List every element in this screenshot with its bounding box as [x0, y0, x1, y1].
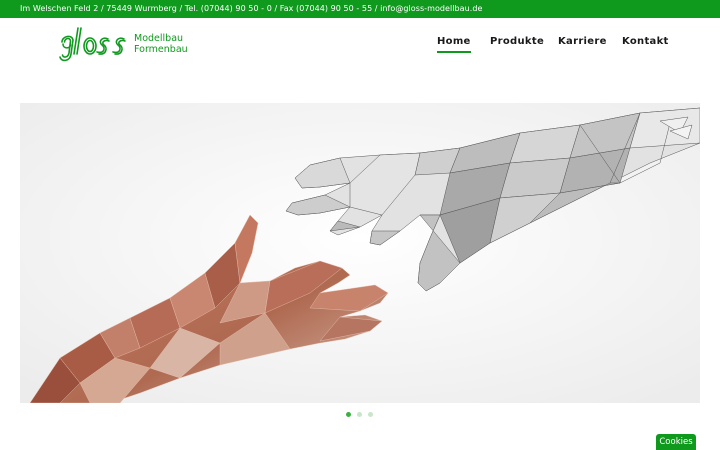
- main-navigation: Home Produkte Karriere Kontakt: [0, 36, 720, 56]
- slide-dot-3[interactable]: [368, 412, 373, 417]
- hero-image-hands: [20, 103, 700, 403]
- nav-kontakt[interactable]: Kontakt: [622, 36, 669, 47]
- hero-slider[interactable]: [20, 103, 700, 403]
- nav-home[interactable]: Home: [437, 36, 471, 53]
- slide-dot-1[interactable]: [346, 412, 351, 417]
- nav-karriere[interactable]: Karriere: [558, 36, 607, 47]
- top-contact-bar: Im Welschen Feld 2 / 75449 Wurmberg / Te…: [0, 0, 720, 18]
- slider-pagination: [0, 412, 720, 420]
- slide-dot-2[interactable]: [357, 412, 362, 417]
- nav-produkte[interactable]: Produkte: [490, 36, 544, 47]
- cookies-button[interactable]: Cookies: [656, 434, 696, 450]
- site-header: Modellbau Formenbau Home Produkte Karrie…: [0, 18, 720, 74]
- contact-line: Im Welschen Feld 2 / 75449 Wurmberg / Te…: [20, 4, 483, 13]
